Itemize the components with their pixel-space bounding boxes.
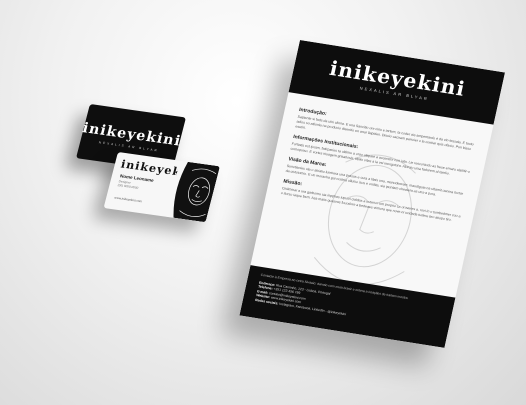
letterhead-sheet: inikeyekini NEXALIS AR BLYAR Introdução:… xyxy=(239,40,505,348)
stationery-mockup-scene: inikeyekini NEXALIS AR BLYAR Introdução:… xyxy=(0,0,526,405)
card-phone: (00) 0000-0000 xyxy=(117,183,139,190)
card-website: www.inikeyekini.com xyxy=(114,195,143,204)
business-card-front: inikeyekini Nome Leoname Designer (00) 0… xyxy=(103,152,220,223)
